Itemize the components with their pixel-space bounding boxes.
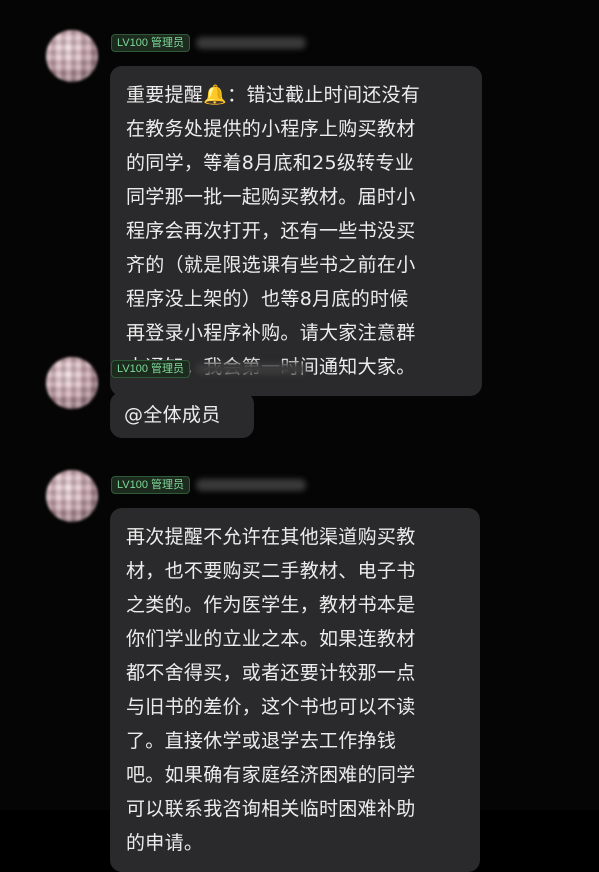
sender-avatar[interactable]: [46, 30, 98, 82]
message-line: 材，也不要购买二手教材、电子书: [126, 560, 416, 582]
chat-window[interactable]: LV100 管理员 重要提醒🔔：错过截止时间还没有 在教务处提供的小程序上购买教…: [0, 0, 599, 872]
sender-name-row: LV100 管理员: [111, 359, 307, 379]
sender-name-redacted: [196, 363, 307, 375]
mention-all-text: @全体成员: [124, 404, 221, 426]
message-bubble[interactable]: @全体成员: [110, 392, 254, 438]
sender-avatar[interactable]: [46, 470, 98, 522]
admin-level-badge: LV100 管理员: [111, 476, 191, 494]
sender-name-redacted: [196, 37, 307, 49]
message-line: 同学那一批一起购买教材。届时小: [126, 186, 416, 208]
message-line: 再登录小程序补购。请大家注意群: [126, 322, 416, 344]
message-line: 了。直接休学或退学去工作挣钱: [126, 730, 397, 752]
message-line: 与旧书的差价，这个书也可以不读: [126, 696, 416, 718]
message-line: 的同学，等着8月底和25级转专业: [126, 152, 415, 174]
message-line: 的申请。: [126, 832, 204, 854]
message-line: 再次提醒不允许在其他渠道购买教: [126, 526, 416, 548]
sender-name-row: LV100 管理员: [111, 33, 307, 53]
message-line: 重要提醒🔔：错过截止时间还没有: [126, 84, 421, 106]
sender-avatar[interactable]: [46, 357, 98, 409]
message-bubble[interactable]: 重要提醒🔔：错过截止时间还没有 在教务处提供的小程序上购买教材 的同学，等着8月…: [110, 66, 482, 396]
message-line: 你们学业的立业之本。如果连教材: [126, 628, 416, 650]
message-line: 在教务处提供的小程序上购买教材: [126, 118, 416, 140]
message-line: 程序会再次打开，还有一些书没买: [126, 220, 416, 242]
sender-name-row: LV100 管理员: [111, 475, 307, 495]
message-line: 程序没上架的）也等8月底的时候: [126, 288, 409, 310]
sender-name-redacted: [196, 479, 307, 491]
message-line: 都不舍得买，或者还要计较那一点: [126, 662, 416, 684]
message-line: 之类的。作为医学生，教材书本是: [126, 594, 416, 616]
admin-level-badge: LV100 管理员: [111, 360, 191, 378]
message-bubble[interactable]: 再次提醒不允许在其他渠道购买教 材，也不要购买二手教材、电子书 之类的。作为医学…: [110, 508, 480, 872]
message-line: 可以联系我咨询相关临时困难补助: [126, 798, 416, 820]
message-line: 齐的（就是限选课有些书之前在小: [126, 254, 416, 276]
message-line: 吧。如果确有家庭经济困难的同学: [126, 764, 416, 786]
admin-level-badge: LV100 管理员: [111, 34, 191, 52]
